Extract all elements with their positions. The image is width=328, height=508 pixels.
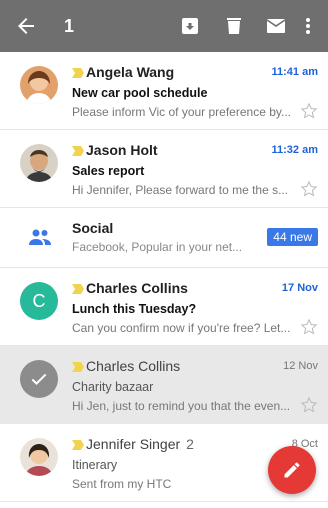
sender-name: Angela Wang	[72, 64, 174, 80]
message-count: 2	[186, 436, 194, 452]
avatar[interactable]	[20, 144, 58, 182]
thread-time: 11:41 am	[271, 66, 318, 78]
thread-time: 12 Nov	[283, 360, 318, 372]
sender-text: Jason Holt	[86, 142, 158, 158]
sender-name: Jason Holt	[72, 142, 158, 158]
selected-count: 1	[64, 16, 75, 36]
sender-name: Jennifer Singer 2	[72, 436, 194, 452]
avatar-selected[interactable]	[20, 360, 58, 398]
thread-snippet: Please inform Vic of your preference by.…	[72, 105, 291, 119]
sender-text: Angela Wang	[86, 64, 175, 80]
thread-time: 11:32 am	[271, 144, 318, 156]
thread-list: Angela Wang 11:41 am New car pool schedu…	[0, 52, 328, 502]
thread-row[interactable]: Angela Wang 11:41 am New car pool schedu…	[0, 52, 328, 130]
thread-subject: Charity bazaar	[72, 380, 154, 394]
sender-text: Jennifer Singer	[86, 436, 181, 452]
thread-subject: New car pool schedule	[72, 86, 208, 100]
important-marker-icon	[72, 68, 84, 79]
social-category-row[interactable]: Social Facebook, Popular in your net... …	[0, 208, 328, 268]
thread-row[interactable]: Jason Holt 11:32 am Sales report Hi Jenn…	[0, 130, 328, 208]
thread-snippet: Can you confirm now if you're free? Let.…	[72, 321, 291, 335]
new-count-badge: 44 new	[267, 228, 318, 246]
thread-snippet: Sent from my HTC	[72, 477, 172, 491]
check-icon	[31, 373, 47, 385]
archive-icon[interactable]	[178, 14, 202, 38]
thread-subject: Itinerary	[72, 458, 118, 472]
important-marker-icon	[72, 284, 84, 295]
thread-row-selected[interactable]: Charles Collins 12 Nov Charity bazaar Hi…	[0, 346, 328, 424]
sender-text: Charles Collins	[86, 358, 181, 374]
star-icon[interactable]	[300, 396, 318, 414]
thread-time: 17 Nov	[281, 282, 318, 294]
avatar[interactable]	[20, 66, 58, 104]
action-bar: 1	[0, 0, 328, 52]
star-icon[interactable]	[300, 102, 318, 120]
star-icon[interactable]	[300, 180, 318, 198]
thread-subject: Lunch this Tuesday?	[72, 302, 197, 316]
sender-name: Charles Collins	[72, 280, 188, 296]
avatar[interactable]: C	[20, 282, 58, 320]
star-icon[interactable]	[300, 318, 318, 336]
thread-snippet: Hi Jennifer, Please forward to me the s.…	[72, 183, 289, 197]
important-marker-icon	[72, 440, 84, 451]
thread-row[interactable]: C Charles Collins 17 Nov Lunch this Tues…	[0, 268, 328, 346]
important-marker-icon	[72, 146, 84, 157]
pencil-icon	[284, 462, 300, 478]
avatar-letter: C	[32, 290, 46, 311]
social-title: Social	[72, 220, 114, 236]
more-options-icon[interactable]	[304, 14, 312, 38]
back-arrow-icon[interactable]	[14, 14, 38, 38]
thread-snippet: Hi Jen, just to remind you that the even…	[72, 399, 291, 413]
compose-button[interactable]	[268, 446, 316, 494]
delete-icon[interactable]	[222, 14, 246, 38]
sender-name: Charles Collins	[72, 358, 180, 374]
social-snippet: Facebook, Popular in your net...	[72, 240, 243, 254]
thread-subject: Sales report	[72, 164, 145, 178]
important-marker-icon	[72, 362, 84, 373]
mark-unread-icon[interactable]	[264, 14, 288, 38]
sender-text: Charles Collins	[86, 280, 188, 296]
people-icon	[29, 229, 51, 245]
avatar[interactable]	[20, 438, 58, 476]
